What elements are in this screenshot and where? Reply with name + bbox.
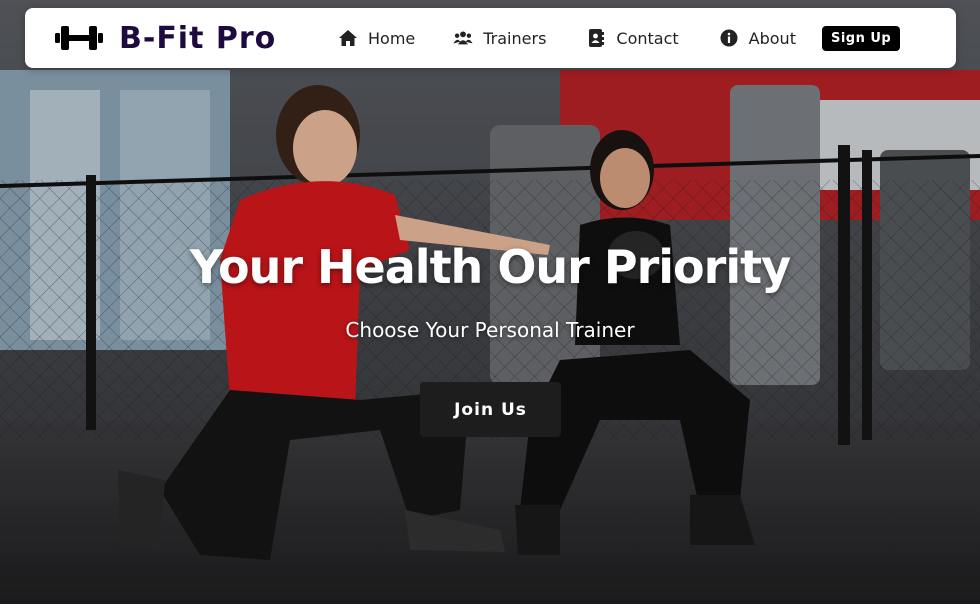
home-icon	[339, 30, 357, 46]
nav-item-label: Home	[368, 28, 416, 48]
sign-up-button[interactable]: Sign Up	[821, 25, 901, 51]
brand-logo[interactable]: B-Fit Pro	[55, 18, 276, 58]
nav-item-about[interactable]: About	[719, 28, 796, 48]
users-icon	[453, 31, 473, 45]
hero-headline: Your Health Our Priority	[189, 240, 791, 294]
nav-item-label: About	[748, 28, 796, 48]
hero-subheadline: Choose Your Personal Trainer	[345, 318, 635, 342]
nav-menu: Home Trainers Contact About Sign Up	[338, 8, 901, 68]
navbar: B-Fit Pro Home Trainers Contact About Si…	[25, 8, 956, 68]
nav-item-home[interactable]: Home	[338, 28, 415, 48]
address-book-icon	[589, 29, 605, 47]
join-us-button[interactable]: Join Us	[420, 382, 561, 437]
nav-item-label: Contact	[616, 28, 679, 48]
nav-item-contact[interactable]: Contact	[586, 28, 679, 48]
hero-section	[0, 0, 980, 604]
nav-item-label: Trainers	[483, 28, 547, 48]
hero-overlay	[0, 0, 980, 604]
brand-name: B-Fit Pro	[119, 20, 277, 56]
dumbbell-icon	[55, 26, 103, 50]
info-icon	[720, 29, 738, 47]
nav-item-trainers[interactable]: Trainers	[453, 28, 546, 48]
